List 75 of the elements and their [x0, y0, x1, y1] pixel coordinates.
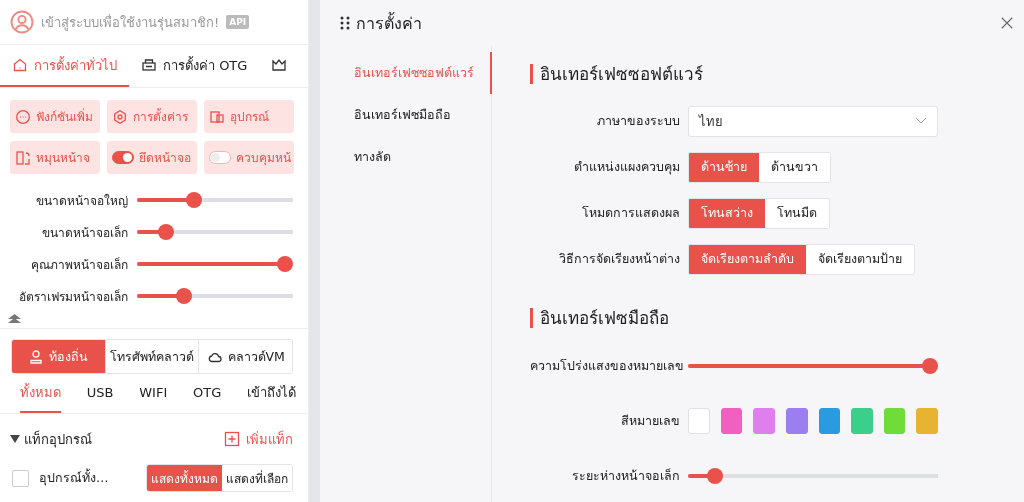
- option-button[interactable]: จัดเรียงตามลำดับ: [689, 244, 806, 274]
- option-button[interactable]: จัดเรียงตามป้าย: [806, 244, 914, 274]
- source-button[interactable]: ท้องถิ่น: [12, 340, 105, 373]
- color-swatch[interactable]: [851, 408, 873, 434]
- nav-item[interactable]: อินเทอร์เฟซซอฟต์แวร์: [320, 52, 492, 94]
- slider-thumb[interactable]: [277, 256, 293, 272]
- slider-thumb[interactable]: [176, 288, 193, 304]
- device-label: อุปกรณ์ทั้ง…: [39, 468, 110, 488]
- source-button[interactable]: คลาวด์VM: [198, 340, 292, 373]
- login-prompt[interactable]: เข้าสู่ระบบเพื่อใช้งานรุ่นสมาชิก!: [41, 11, 220, 33]
- crown-icon: [271, 57, 288, 73]
- slider-label: ขนาดหน้าจอเล็ก: [41, 224, 128, 242]
- user-avatar-icon: [10, 10, 34, 34]
- quick-action-button[interactable]: ยึดหน้าจอ: [107, 141, 197, 174]
- toggle-switch[interactable]: [112, 151, 134, 164]
- close-icon[interactable]: [1000, 16, 1014, 30]
- color-swatch[interactable]: [818, 408, 841, 434]
- option-button[interactable]: ด้านขวา: [759, 152, 830, 182]
- more-icon: [15, 108, 31, 125]
- user-icon: [28, 348, 45, 365]
- show-option-button[interactable]: แสดงทั้งหมด: [147, 465, 222, 491]
- option-button[interactable]: โทนมืด: [765, 198, 829, 228]
- slider-label: คุณภาพหน้าจอเล็ก: [30, 256, 128, 274]
- toggle-switch[interactable]: [209, 151, 231, 164]
- settings-tab[interactable]: การตั้งค่า OTG: [129, 45, 260, 87]
- quick-action-button[interactable]: อุปกรณ์: [204, 100, 294, 133]
- setting-label: ระยะห่างหน้าจอเล็ก: [571, 467, 680, 485]
- color-swatch[interactable]: [720, 408, 743, 434]
- settings-tab[interactable]: การตั้งค่าทั่วไป: [0, 45, 129, 87]
- filter-tab[interactable]: ทั้งหมด: [20, 374, 61, 413]
- plus-box-icon: [224, 431, 240, 447]
- tags-toggle[interactable]: แท็กอุปกรณ์: [10, 428, 92, 450]
- color-swatch[interactable]: [785, 408, 808, 434]
- setting-label: โหมดการแสดงผล: [581, 204, 680, 222]
- filter-tab[interactable]: OTG: [193, 374, 222, 413]
- filter-tab[interactable]: เข้าถึงได้: [247, 374, 296, 413]
- devices-icon: [209, 108, 225, 125]
- setting-label: วิธีการจัดเรียงหน้าต่าง: [558, 250, 680, 268]
- chevron-down-icon: [915, 117, 927, 125]
- option-button[interactable]: ด้านซ้าย: [689, 152, 759, 182]
- checkbox[interactable]: [12, 469, 29, 487]
- home-icon: [12, 57, 28, 73]
- printer-icon: [141, 57, 157, 73]
- setting-label: ภาษาของระบบ: [596, 112, 680, 130]
- add-tag-link[interactable]: เพิ่มแท็ก: [224, 428, 293, 450]
- settings-icon: [112, 108, 128, 125]
- section-title: อินเทอร์เฟซมือถือ: [530, 308, 1024, 328]
- slider-thumb[interactable]: [158, 224, 174, 240]
- quick-action-button[interactable]: หมุนหน้าจ: [10, 141, 100, 174]
- quick-action-button[interactable]: ควบคุมหน้: [204, 141, 294, 174]
- nav-item[interactable]: ทางลัด: [320, 136, 492, 178]
- slider-thumb[interactable]: [922, 358, 938, 374]
- slider-thumb[interactable]: [706, 468, 723, 484]
- color-swatch[interactable]: [883, 408, 906, 434]
- color-swatch[interactable]: [753, 408, 775, 434]
- nav-item[interactable]: อินเทอร์เฟซมือถือ: [320, 94, 492, 136]
- slider-thumb[interactable]: [186, 192, 202, 208]
- api-badge: API: [226, 15, 250, 29]
- filter-tab[interactable]: USB: [86, 374, 114, 413]
- slider-label: ขนาดหน้าจอใหญ่: [35, 192, 128, 210]
- caret-icon: [10, 435, 20, 443]
- language-select[interactable]: ไทย: [688, 105, 938, 137]
- filter-tab[interactable]: WIFI: [139, 374, 168, 413]
- option-button[interactable]: โทนสว่าง: [689, 198, 765, 228]
- dialog-title: การตั้งค่า: [340, 10, 422, 36]
- rotate-icon: [15, 149, 31, 166]
- setting-label: ตำแหน่งแผงควบคุม: [573, 158, 680, 177]
- collapse-icon[interactable]: [8, 314, 21, 324]
- slider-label: อัตราเฟรมหน้าจอเล็ก: [18, 288, 128, 306]
- section-title: อินเทอร์เฟซซอฟต์แวร์: [530, 64, 1024, 84]
- color-swatch[interactable]: [916, 408, 938, 434]
- quick-action-button[interactable]: การตั้งค่าร: [107, 100, 197, 133]
- setting-label: สีหมายเลข: [620, 412, 680, 430]
- quick-action-button[interactable]: ฟังก์ชันเพิ่ม: [10, 100, 100, 133]
- drag-handle-icon: [340, 16, 350, 30]
